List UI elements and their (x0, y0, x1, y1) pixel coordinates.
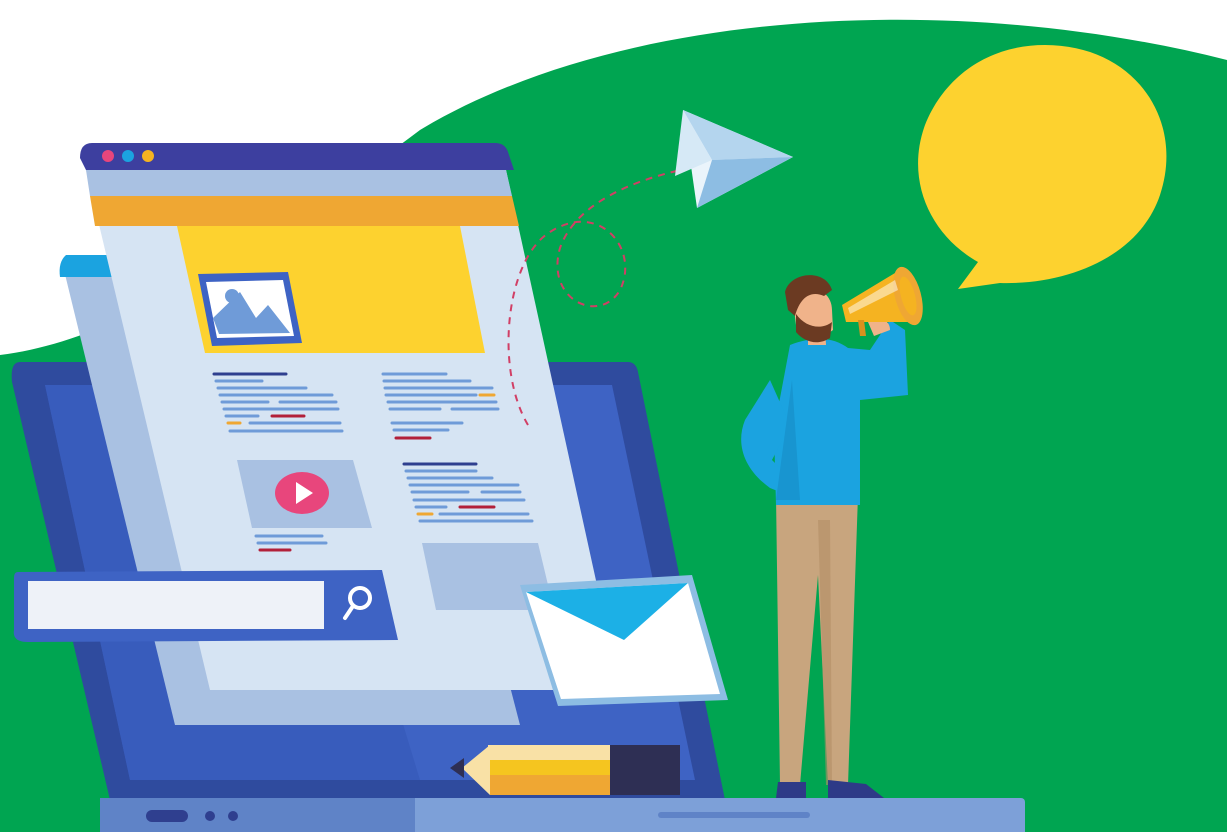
laptop-indicator-led (228, 811, 238, 821)
laptop-indicator-led (205, 811, 215, 821)
window-dot-minimize[interactable] (122, 150, 134, 162)
pencil-icon (450, 745, 680, 795)
person-shoe (776, 782, 806, 798)
back-window-titlebar (59, 255, 114, 277)
browser-orange-bar (90, 196, 519, 226)
illustration-scene (0, 19, 1227, 832)
window-dot-maximize[interactable] (142, 150, 154, 162)
play-icon[interactable] (275, 472, 329, 514)
laptop-touchpad-slot (658, 812, 810, 818)
browser-address-strip (86, 170, 512, 196)
laptop-power-led (146, 810, 188, 822)
search-input[interactable] (30, 583, 326, 627)
window-dot-close[interactable] (102, 150, 114, 162)
image-icon (198, 272, 302, 346)
